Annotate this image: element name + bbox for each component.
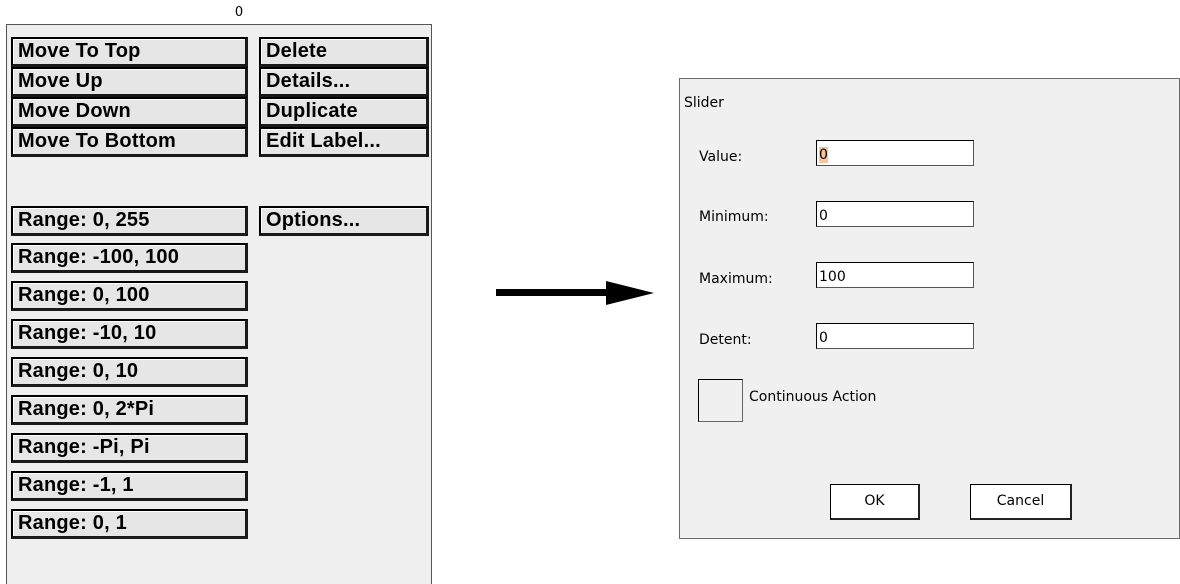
range-0-100-button[interactable]: Range: 0, 100	[11, 281, 248, 311]
continuous-action-checkbox[interactable]	[698, 379, 743, 422]
range-neg1-1-button[interactable]: Range: -1, 1	[11, 471, 248, 501]
value-input-text: 0	[819, 147, 828, 163]
ok-button[interactable]: OK	[830, 484, 920, 520]
duplicate-button[interactable]: Duplicate	[259, 97, 429, 127]
range-0-2pi-button[interactable]: Range: 0, 2*Pi	[11, 395, 248, 425]
detent-input[interactable]: 0	[816, 323, 974, 349]
range-0-1-button[interactable]: Range: 0, 1	[11, 509, 248, 539]
slider-dialog: Slider Value: 0 Minimum: 0 Maximum: 100 …	[679, 78, 1180, 539]
delete-button[interactable]: Delete	[259, 37, 429, 67]
minimum-input[interactable]: 0	[816, 201, 974, 227]
range-neg10-10-button[interactable]: Range: -10, 10	[11, 319, 248, 349]
edit-label-button[interactable]: Edit Label...	[259, 127, 429, 157]
maximum-input[interactable]: 100	[816, 262, 974, 288]
range-negpi-pi-button[interactable]: Range: -Pi, Pi	[11, 433, 248, 463]
dialog-title: Slider	[684, 95, 724, 111]
value-input[interactable]: 0	[816, 140, 974, 166]
cancel-button[interactable]: Cancel	[970, 484, 1072, 520]
slider-context-menu: Move To Top Move Up Move Down Move To Bo…	[6, 24, 432, 584]
range-neg100-100-button[interactable]: Range: -100, 100	[11, 243, 248, 273]
move-to-top-button[interactable]: Move To Top	[11, 37, 248, 67]
minimum-label: Minimum:	[699, 209, 769, 225]
detent-label: Detent:	[699, 332, 752, 348]
details-button[interactable]: Details...	[259, 67, 429, 97]
options-button[interactable]: Options...	[259, 206, 429, 236]
value-label: Value:	[699, 149, 743, 165]
range-0-255-button[interactable]: Range: 0, 255	[11, 206, 248, 236]
range-0-10-button[interactable]: Range: 0, 10	[11, 357, 248, 387]
slider-value-label: 0	[234, 5, 244, 20]
continuous-action-label: Continuous Action	[749, 389, 877, 405]
move-down-button[interactable]: Move Down	[11, 97, 248, 127]
right-arrow-icon	[496, 281, 654, 305]
move-to-bottom-button[interactable]: Move To Bottom	[11, 127, 248, 157]
maximum-label: Maximum:	[699, 271, 773, 287]
move-up-button[interactable]: Move Up	[11, 67, 248, 97]
